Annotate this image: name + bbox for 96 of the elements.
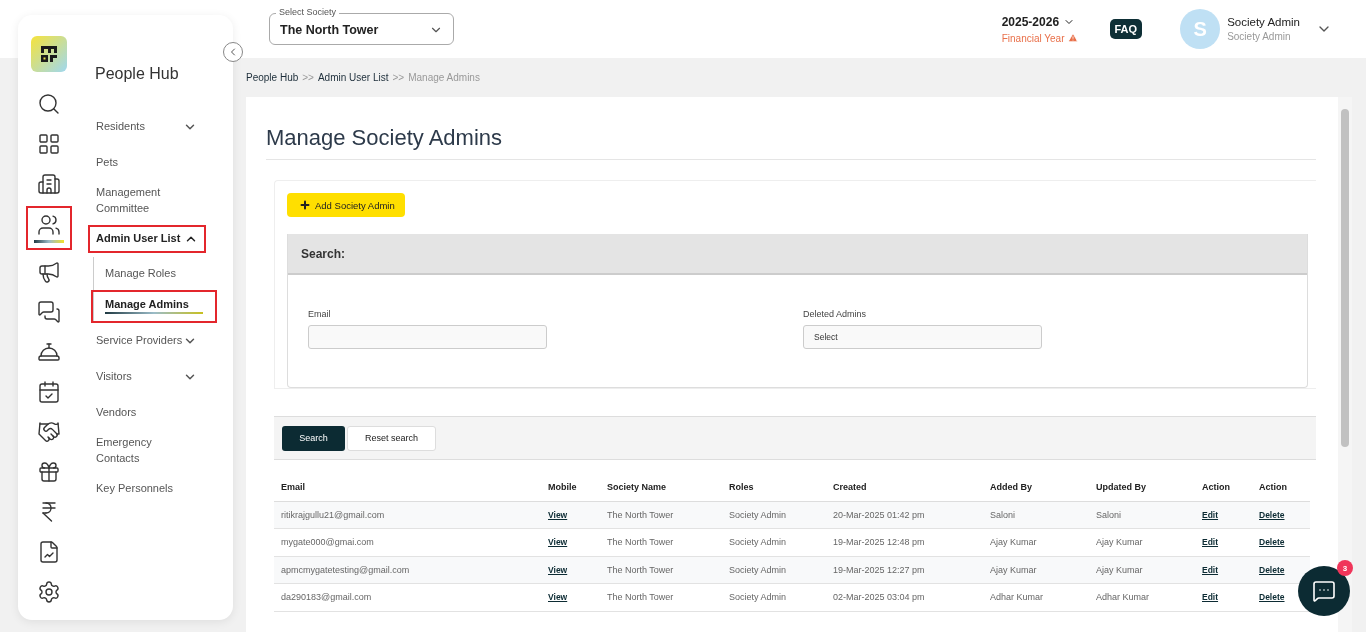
nav-subitem[interactable]: Manage Admins <box>91 289 217 323</box>
breadcrumb-link[interactable]: Admin User List <box>317 72 389 83</box>
nav-item[interactable]: Key Personnels <box>95 474 205 503</box>
field-label: Deleted Admins <box>803 309 868 319</box>
column-header: Email <box>274 474 541 501</box>
nav-item[interactable]: Emergency Contacts <box>95 434 205 467</box>
table-link[interactable]: View <box>548 592 568 603</box>
table-cell: Ajay Kumar <box>1089 556 1195 584</box>
column-header: Mobile <box>541 474 600 501</box>
table-cell: The North Tower <box>600 501 722 529</box>
plus-icon <box>299 199 311 211</box>
faq-button[interactable]: FAQ <box>1109 19 1143 39</box>
settings-icon <box>36 580 61 604</box>
table-cell: apmcmygatetesting@gmail.com <box>274 556 541 584</box>
building-icon <box>36 172 61 196</box>
table-link[interactable]: Edit <box>1202 564 1219 575</box>
column-header: Updated By <box>1089 474 1195 501</box>
nav-item[interactable]: Management Committee <box>95 185 205 217</box>
table-link[interactable]: Edit <box>1202 509 1219 520</box>
column-header: Society Name <box>600 474 722 501</box>
financial-year-note: Financial Year <box>1001 32 1065 44</box>
nav-item[interactable]: Residents <box>95 113 205 141</box>
table-link[interactable]: View <box>548 564 568 575</box>
user-role: Society Admin <box>1227 31 1292 42</box>
table-link[interactable]: Edit <box>1202 537 1219 548</box>
active-underline <box>33 240 64 243</box>
table-link[interactable]: Edit <box>1202 592 1219 603</box>
table-cell: Society Admin <box>722 583 826 611</box>
column-header: Added By <box>983 474 1089 501</box>
table-cell: 19-Mar-2025 12:27 pm <box>826 556 983 584</box>
table-link[interactable]: View <box>548 537 568 548</box>
field-label: Select Society <box>276 6 340 18</box>
page-title: Manage Society Admins <box>266 125 1316 160</box>
table-cell: Ajay Kumar <box>983 556 1089 584</box>
column-header: Roles <box>722 474 826 501</box>
user-name: Society Admin <box>1227 16 1300 28</box>
add-admin-button[interactable]: Add Society Admin <box>287 193 405 217</box>
nav-item[interactable]: Pets <box>95 149 205 177</box>
search-button[interactable]: Search <box>282 425 345 451</box>
reset-button[interactable]: Reset search <box>347 425 436 451</box>
scrollbar[interactable] <box>1338 97 1352 632</box>
table-cell: 02-Mar-2025 03:04 pm <box>826 583 983 611</box>
search-icon <box>36 92 61 116</box>
breadcrumb-separator: >> <box>392 72 405 83</box>
table-cell: 19-Mar-2025 12:48 pm <box>826 528 983 556</box>
grid-icon <box>36 132 61 156</box>
table-cell: Society Admin <box>722 556 826 584</box>
table-link[interactable]: Delete <box>1259 564 1285 575</box>
megaphone-icon <box>36 260 61 284</box>
breadcrumb-separator: >> <box>302 72 314 83</box>
table-cell: Saloni <box>1089 501 1195 529</box>
table-cell: Ajay Kumar <box>983 528 1089 556</box>
column-header: Action <box>1195 474 1252 501</box>
people-icon <box>36 213 61 237</box>
warning-icon <box>1067 33 1078 43</box>
column-header: Action <box>1252 474 1310 501</box>
search-heading: Search: <box>288 234 1307 275</box>
user-avatar: S <box>1180 9 1221 49</box>
app-logo[interactable] <box>30 36 67 72</box>
email-input[interactable] <box>308 325 547 349</box>
table-cell: Saloni <box>983 501 1089 529</box>
table-cell: Adhar Kumar <box>983 583 1089 611</box>
table-cell: Ajay Kumar <box>1089 528 1195 556</box>
table-link[interactable]: Delete <box>1259 537 1285 548</box>
nav-item[interactable]: Admin User List <box>88 224 206 253</box>
nav-item[interactable]: Service Providers <box>95 326 205 355</box>
table-cell: Adhar Kumar <box>1089 583 1195 611</box>
collapse-button[interactable] <box>223 42 243 62</box>
table-cell: mygate000@gmai.com <box>274 528 541 556</box>
table-cell: ritikrajgullu21@gmail.com <box>274 501 541 529</box>
nav-subitem[interactable]: Manage Roles <box>91 256 217 290</box>
table-cell: da290183@gmail.com <box>274 583 541 611</box>
table-cell: Society Admin <box>722 528 826 556</box>
select-field[interactable]: Select <box>803 325 1042 349</box>
handshake-icon <box>36 420 61 444</box>
chat-icon <box>36 300 61 324</box>
table-link[interactable]: Delete <box>1259 509 1285 520</box>
nav-item[interactable]: Visitors <box>95 362 205 391</box>
gift-icon <box>36 460 61 484</box>
table-link[interactable]: View <box>548 509 568 520</box>
bell-icon <box>36 340 61 364</box>
nav-rail-button[interactable] <box>25 206 72 250</box>
breadcrumb-link[interactable]: People Hub <box>246 72 299 83</box>
calendar-icon <box>36 380 61 404</box>
table-cell: The North Tower <box>600 583 722 611</box>
nav-item[interactable]: Vendors <box>95 398 205 427</box>
table-cell: 20-Mar-2025 01:42 pm <box>826 501 983 529</box>
table-link[interactable]: Delete <box>1259 592 1285 603</box>
field-label: Email <box>308 309 332 319</box>
chat-icon <box>1312 579 1336 603</box>
table-cell: The North Tower <box>600 528 722 556</box>
table-cell: Society Admin <box>722 501 826 529</box>
section-title: People Hub <box>95 65 180 83</box>
year-select[interactable]: 2025-2026 <box>1001 14 1076 29</box>
table-cell: The North Tower <box>600 556 722 584</box>
column-header: Created <box>826 474 983 501</box>
